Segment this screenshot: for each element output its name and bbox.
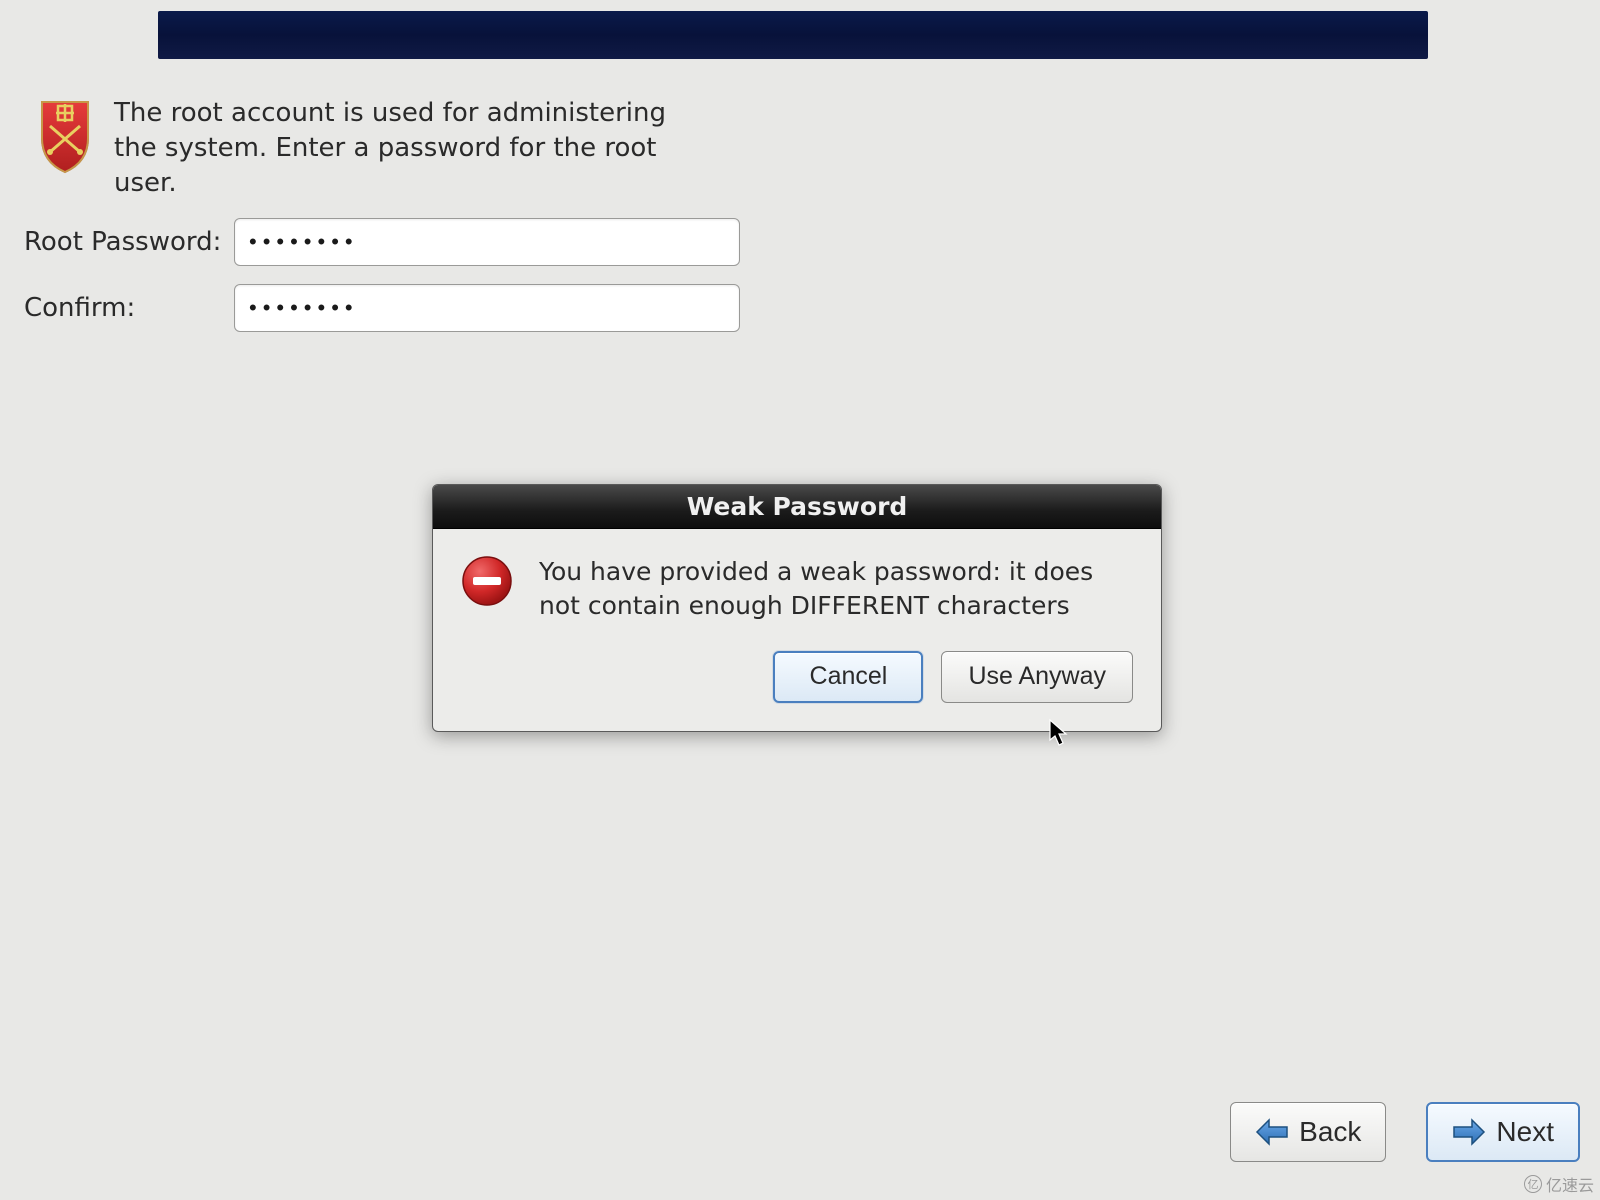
- watermark-icon: 亿: [1524, 1175, 1542, 1193]
- back-button[interactable]: Back: [1230, 1102, 1386, 1162]
- watermark-text: 亿速云: [1546, 1172, 1594, 1196]
- arrow-left-icon: [1255, 1118, 1289, 1146]
- arrow-right-icon: [1452, 1118, 1486, 1146]
- use-anyway-button[interactable]: Use Anyway: [941, 651, 1133, 703]
- back-button-label: Back: [1299, 1116, 1361, 1148]
- confirm-password-label: Confirm:: [24, 293, 234, 323]
- instruction-row: The root account is used for administeri…: [36, 96, 756, 201]
- shield-icon: [36, 96, 94, 176]
- dialog-message: You have provided a weak password: it do…: [539, 555, 1129, 623]
- error-icon: [461, 555, 513, 607]
- confirm-password-input[interactable]: [234, 284, 740, 332]
- next-button[interactable]: Next: [1426, 1102, 1580, 1162]
- root-password-input[interactable]: [234, 218, 740, 266]
- wizard-nav: Back Next: [1230, 1102, 1580, 1162]
- cancel-button[interactable]: Cancel: [773, 651, 923, 703]
- header-banner: [158, 11, 1428, 59]
- instruction-text: The root account is used for administeri…: [114, 96, 684, 201]
- weak-password-dialog: Weak Password You have provided a weak p…: [432, 484, 1162, 732]
- root-password-label: Root Password:: [24, 227, 234, 257]
- watermark: 亿 亿速云: [1524, 1172, 1594, 1196]
- next-button-label: Next: [1496, 1116, 1554, 1148]
- dialog-title: Weak Password: [433, 485, 1161, 529]
- password-form: Root Password: Confirm:: [24, 218, 740, 350]
